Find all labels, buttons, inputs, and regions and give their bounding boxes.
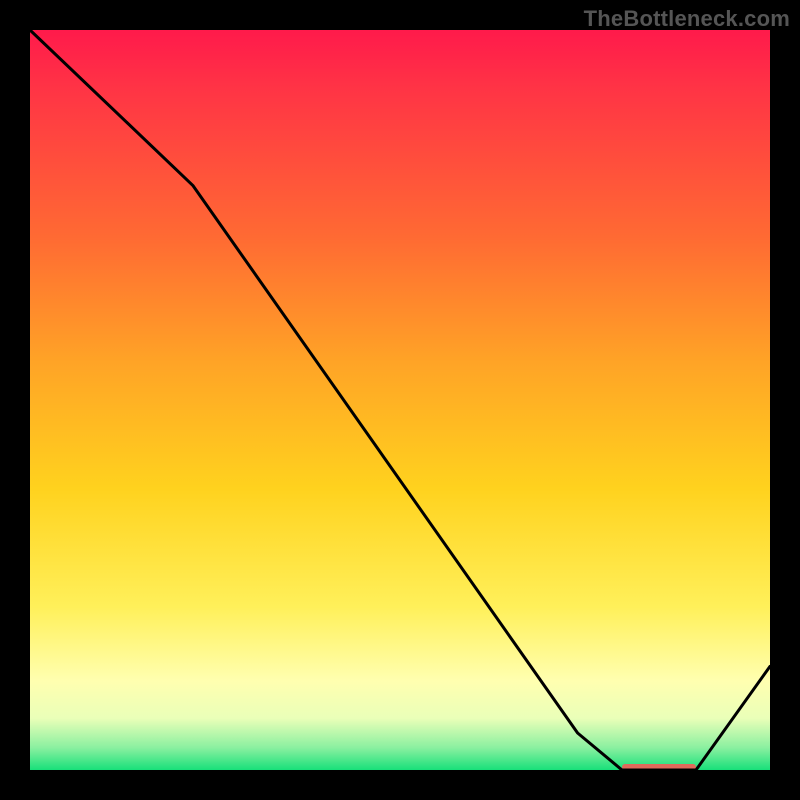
chart-svg	[30, 30, 770, 770]
watermark-text: TheBottleneck.com	[584, 6, 790, 32]
chart-frame: TheBottleneck.com	[0, 0, 800, 800]
bottleneck-curve	[30, 30, 770, 770]
plot-area	[30, 30, 770, 770]
